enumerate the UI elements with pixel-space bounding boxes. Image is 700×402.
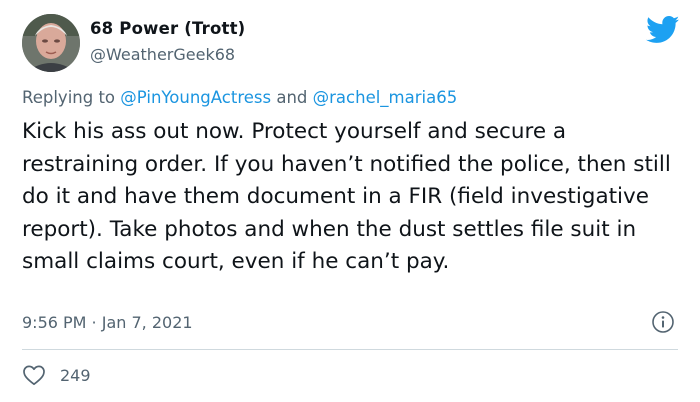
mention-link-1[interactable]: @PinYoungActress [120, 88, 271, 107]
avatar[interactable] [22, 14, 80, 72]
tweet-text: Kick his ass out now. Protect yourself a… [22, 119, 671, 274]
mention-link-2[interactable]: @rachel_maria65 [313, 88, 458, 107]
author-handle[interactable]: @WeatherGeek68 [90, 45, 235, 64]
info-icon[interactable] [651, 310, 675, 334]
tweet-timestamp[interactable]: 9:56 PM · Jan 7, 2021 [22, 313, 193, 332]
replying-to: Replying to @PinYoungActress and @rachel… [22, 88, 457, 107]
tweet-card: 68 Power (Trott) @WeatherGeek68 Replying… [0, 0, 700, 402]
replying-to-label: Replying to [22, 88, 121, 107]
timestamp-separator: · [86, 313, 102, 332]
twitter-bird-icon[interactable] [646, 16, 680, 44]
tweet-time: 9:56 PM [22, 313, 87, 332]
like-count: 249 [60, 366, 91, 385]
tweet-date: Jan 7, 2021 [101, 313, 193, 332]
author-name[interactable]: 68 Power (Trott) [90, 19, 245, 38]
divider [22, 349, 678, 350]
replying-joiner: and [271, 88, 313, 107]
heart-icon[interactable] [22, 364, 46, 386]
avatar-image [22, 14, 80, 72]
